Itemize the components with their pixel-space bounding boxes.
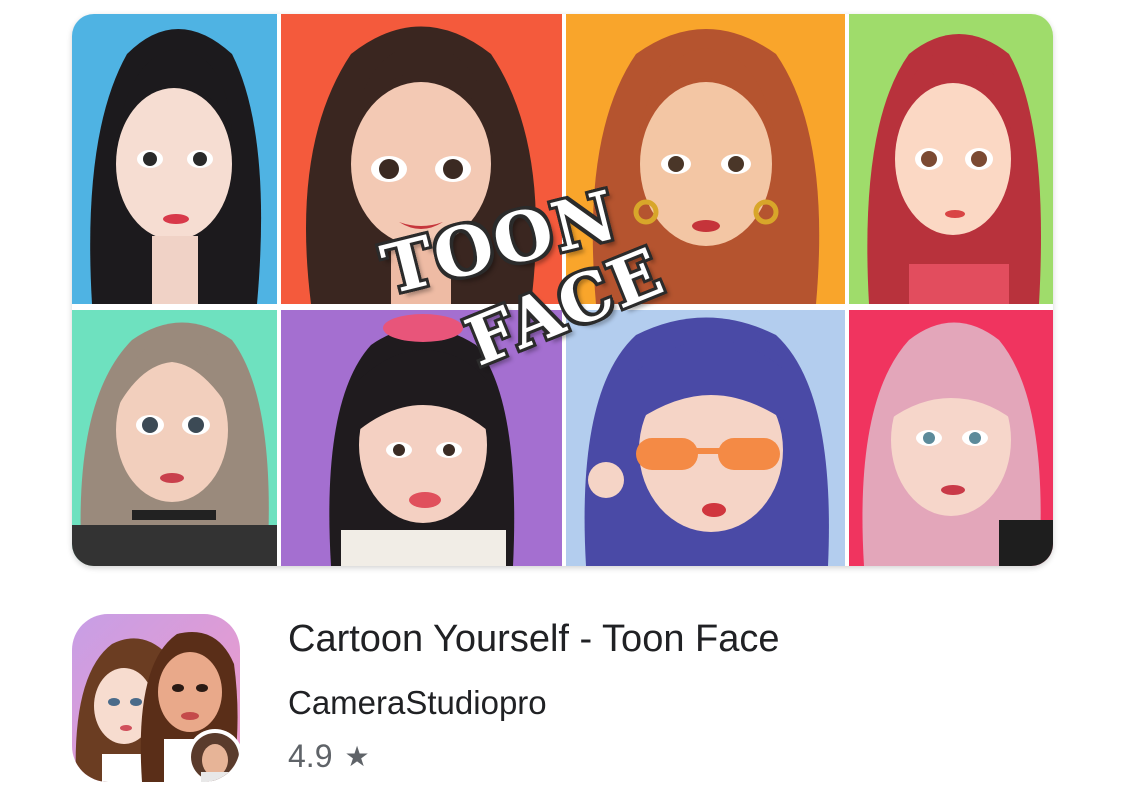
banner-tile-portrait-1 <box>72 14 277 304</box>
app-title[interactable]: Cartoon Yourself - Toon Face <box>288 618 780 661</box>
banner-tile-portrait-8 <box>849 310 1053 566</box>
app-listing-card: TOON FACE Cartoon Yourself - Toon Face C… <box>0 0 1125 806</box>
banner-tile-portrait-7 <box>566 310 845 566</box>
developer-name[interactable]: CameraStudiopro <box>288 684 547 722</box>
banner-tile-portrait-5 <box>72 310 277 566</box>
rating: 4.9 ★ <box>288 738 370 775</box>
star-icon: ★ <box>344 740 370 772</box>
app-icon[interactable] <box>72 614 240 782</box>
feature-banner[interactable]: TOON FACE <box>72 14 1053 566</box>
banner-tile-portrait-4 <box>849 14 1053 304</box>
rating-value: 4.9 <box>288 738 333 774</box>
